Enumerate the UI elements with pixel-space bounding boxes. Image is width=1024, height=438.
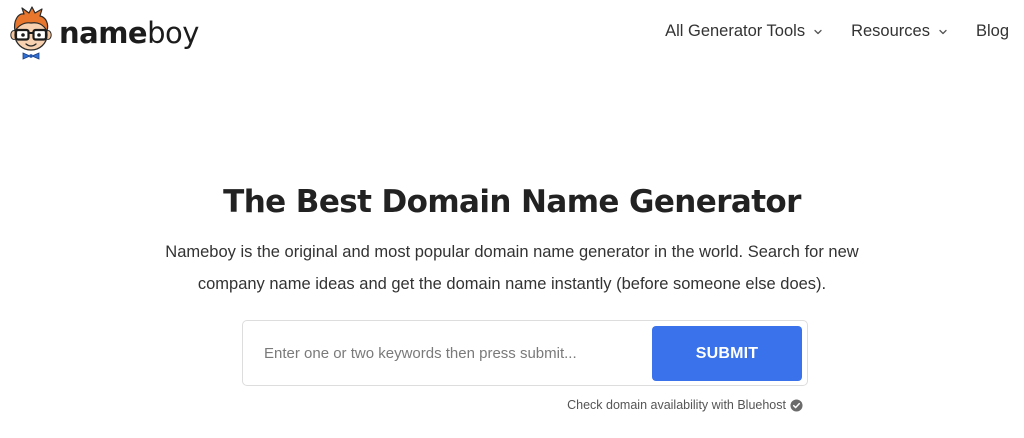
nav-item-label: All Generator Tools: [665, 22, 806, 40]
nav-item-all-generator-tools[interactable]: All Generator Tools: [665, 22, 823, 41]
nav-item-label: Blog: [975, 22, 1009, 40]
availability-note[interactable]: Check domain availability with Bluehost: [567, 398, 803, 412]
logo-wordmark-light: boy: [147, 15, 199, 50]
nameboy-mascot-icon: [10, 6, 52, 60]
nav-item-label: Resources: [851, 22, 930, 40]
site-logo[interactable]: nameboy: [8, 6, 199, 60]
nav-item-blog[interactable]: Blog: [976, 22, 1009, 41]
hero-section: The Best Domain Name Generator Nameboy i…: [0, 180, 1024, 300]
chevron-down-icon: [939, 29, 947, 34]
keyword-search-input[interactable]: [244, 322, 648, 384]
chevron-down-icon: [814, 29, 822, 34]
site-header: nameboy All Generator Tools Resources Bl…: [0, 0, 1024, 66]
domain-search-form: SUBMIT: [242, 320, 808, 386]
submit-button[interactable]: SUBMIT: [652, 326, 802, 381]
main-nav: All Generator Tools Resources Blog: [665, 22, 1009, 41]
availability-text: Check domain availability with Bluehost: [567, 398, 786, 412]
logo-wordmark: nameboy: [59, 15, 199, 50]
check-circle-icon: [790, 398, 803, 412]
logo-wordmark-bold: name: [59, 15, 148, 50]
nav-item-resources[interactable]: Resources: [851, 22, 948, 41]
hero-description: Nameboy is the original and most popular…: [165, 243, 859, 293]
page-title: The Best Domain Name Generator: [223, 184, 801, 220]
